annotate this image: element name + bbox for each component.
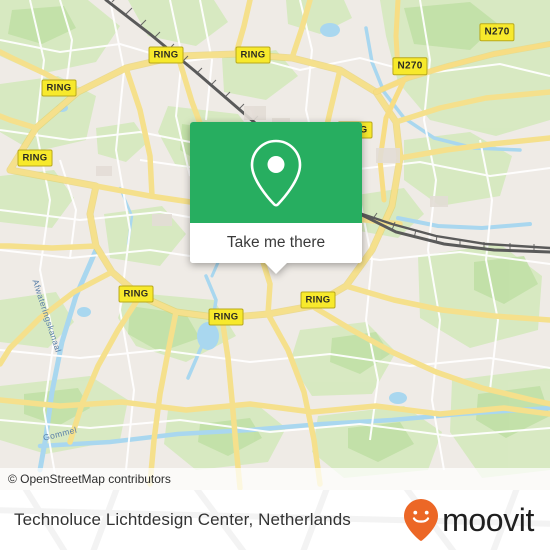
moovit-map-screenshot: RINGRINGRINGRINGRINGRINGRINGRINGN270N270… [0,0,550,550]
road-shield-ring: RING [148,46,184,64]
road-shield-n270: N270 [392,57,428,75]
map-attribution-bar: © OpenStreetMap contributors [0,468,550,490]
popup-body: Take me there [190,122,362,263]
map-viewport[interactable]: RINGRINGRINGRINGRINGRINGRINGRINGN270N270… [0,0,550,490]
footer-bar: Technoluce Lichtdesign Center, Netherlan… [0,490,550,550]
road-shield-ring: RING [41,79,77,97]
road-shield-ring: RING [17,149,53,167]
popup-cta-area[interactable]: Take me there [190,223,362,263]
map-pin-icon [250,139,302,206]
popup-pointer-tail [264,262,288,274]
road-shield-ring: RING [300,291,336,309]
place-title: Technoluce Lichtdesign Center, Netherlan… [14,510,351,529]
openstreetmap-attribution-text: © OpenStreetMap contributors [8,472,171,486]
take-me-there-label: Take me there [226,234,326,251]
road-shield-ring: RING [118,285,154,303]
road-shield-n270: N270 [479,23,515,41]
road-shield-ring: RING [235,46,271,64]
popup-icon-area [190,122,362,223]
road-shield-ring: RING [208,308,244,326]
moovit-wordmark: moovit [442,502,534,538]
location-popup-card[interactable]: Take me there [190,122,362,274]
moovit-logo[interactable]: moovit [403,490,534,550]
moovit-smiley-pin-icon [404,499,439,541]
